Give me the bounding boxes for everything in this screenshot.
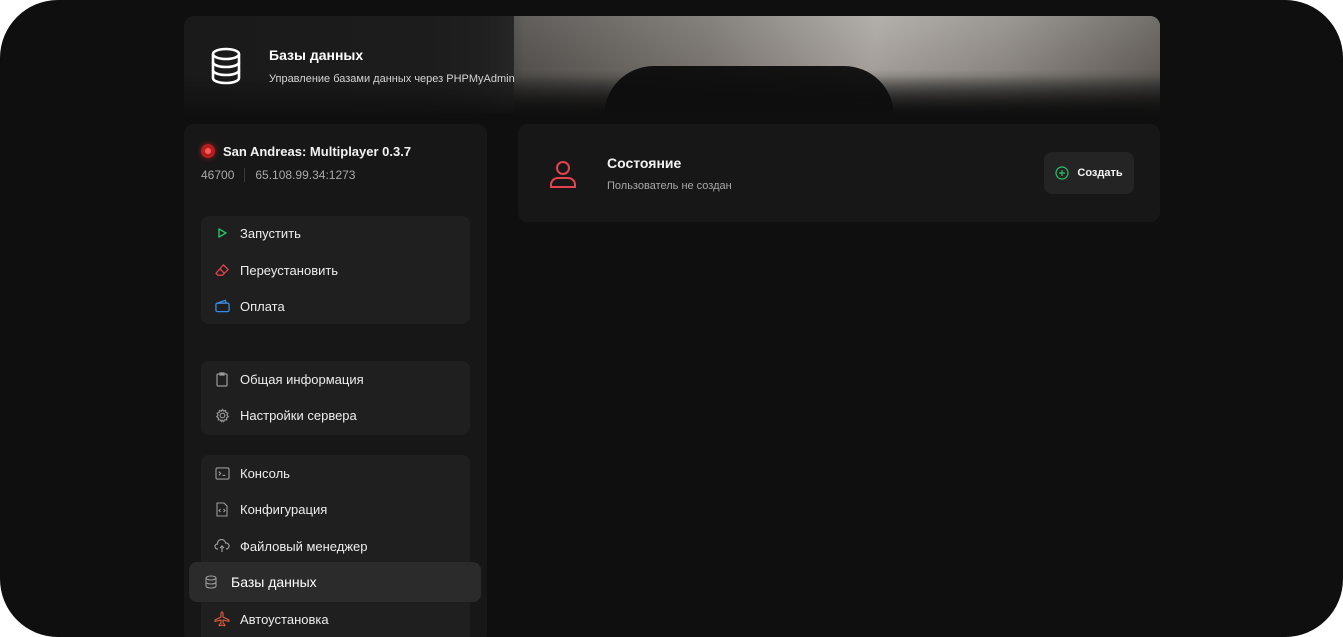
code-file-icon [214, 501, 230, 517]
database-status-card: Состояние Пользователь не создан Создать [518, 124, 1160, 222]
plane-icon [214, 611, 230, 627]
sidebar: San Andreas: Multiplayer 0.3.7 46700 65.… [184, 124, 487, 637]
terminal-icon [214, 465, 230, 481]
create-user-button[interactable]: Создать [1044, 152, 1134, 194]
divider [244, 168, 246, 182]
play-icon [214, 225, 230, 241]
sidebar-item-label: Базы данных [231, 574, 317, 590]
sidebar-item-label: Файловый менеджер [240, 538, 368, 554]
app-frame: Базы данных Управление базами данных чер… [0, 0, 1343, 637]
server-status-indicator [201, 144, 215, 158]
sidebar-item-console[interactable]: Консоль [201, 456, 470, 490]
page-title: Базы данных [269, 47, 364, 63]
gear-icon [214, 407, 230, 423]
sidebar-item-general-info[interactable]: Общая информация [201, 362, 470, 396]
user-icon [550, 161, 576, 188]
server-info-group: Общая информация Настройки сервера [201, 361, 470, 435]
database-icon [203, 574, 219, 590]
sidebar-item-databases[interactable]: Базы данных [189, 562, 481, 602]
server-name: San Andreas: Multiplayer 0.3.7 [223, 144, 412, 159]
server-actions-group: Запустить Переустановить Оплата [201, 216, 470, 324]
sidebar-item-file-manager[interactable]: Файловый менеджер [201, 529, 470, 563]
reinstall-label: Переустановить [240, 262, 339, 278]
page-header-banner: Базы данных Управление базами данных чер… [184, 16, 1160, 114]
server-id: 46700 [201, 168, 235, 182]
sidebar-item-label: Консоль [240, 465, 290, 481]
eraser-icon [214, 262, 230, 278]
sidebar-item-label: Настройки сервера [240, 407, 357, 423]
sidebar-item-label: Автоустановка [240, 611, 329, 627]
payment-label: Оплата [240, 298, 285, 314]
create-button-label: Создать [1077, 167, 1123, 179]
sidebar-item-label: Конфигурация [240, 501, 328, 517]
sidebar-item-autoinstall[interactable]: Автоустановка [201, 602, 470, 636]
page-subtitle: Управление базами данных через PHPMyAdmi… [269, 73, 515, 85]
server-address[interactable]: 65.108.99.34:1273 [255, 168, 355, 182]
status-title: Состояние [607, 155, 682, 171]
cloud-upload-icon [214, 538, 230, 554]
reinstall-button[interactable]: Переустановить [201, 253, 470, 287]
sidebar-item-server-settings[interactable]: Настройки сервера [201, 398, 470, 432]
plus-circle-icon [1055, 166, 1069, 180]
server-tools-group: Консоль Конфигурация Файловый менеджер Б… [189, 455, 481, 637]
status-subtitle: Пользователь не создан [607, 180, 732, 192]
server-meta: 46700 65.108.99.34:1273 [201, 168, 355, 182]
start-button[interactable]: Запустить [201, 216, 470, 250]
clipboard-icon [214, 371, 230, 387]
wallet-icon [214, 298, 230, 314]
start-label: Запустить [240, 225, 301, 241]
sidebar-item-label: Общая информация [240, 371, 364, 387]
payment-button[interactable]: Оплата [201, 289, 470, 323]
database-icon [211, 47, 241, 85]
sidebar-item-configuration[interactable]: Конфигурация [201, 492, 470, 526]
